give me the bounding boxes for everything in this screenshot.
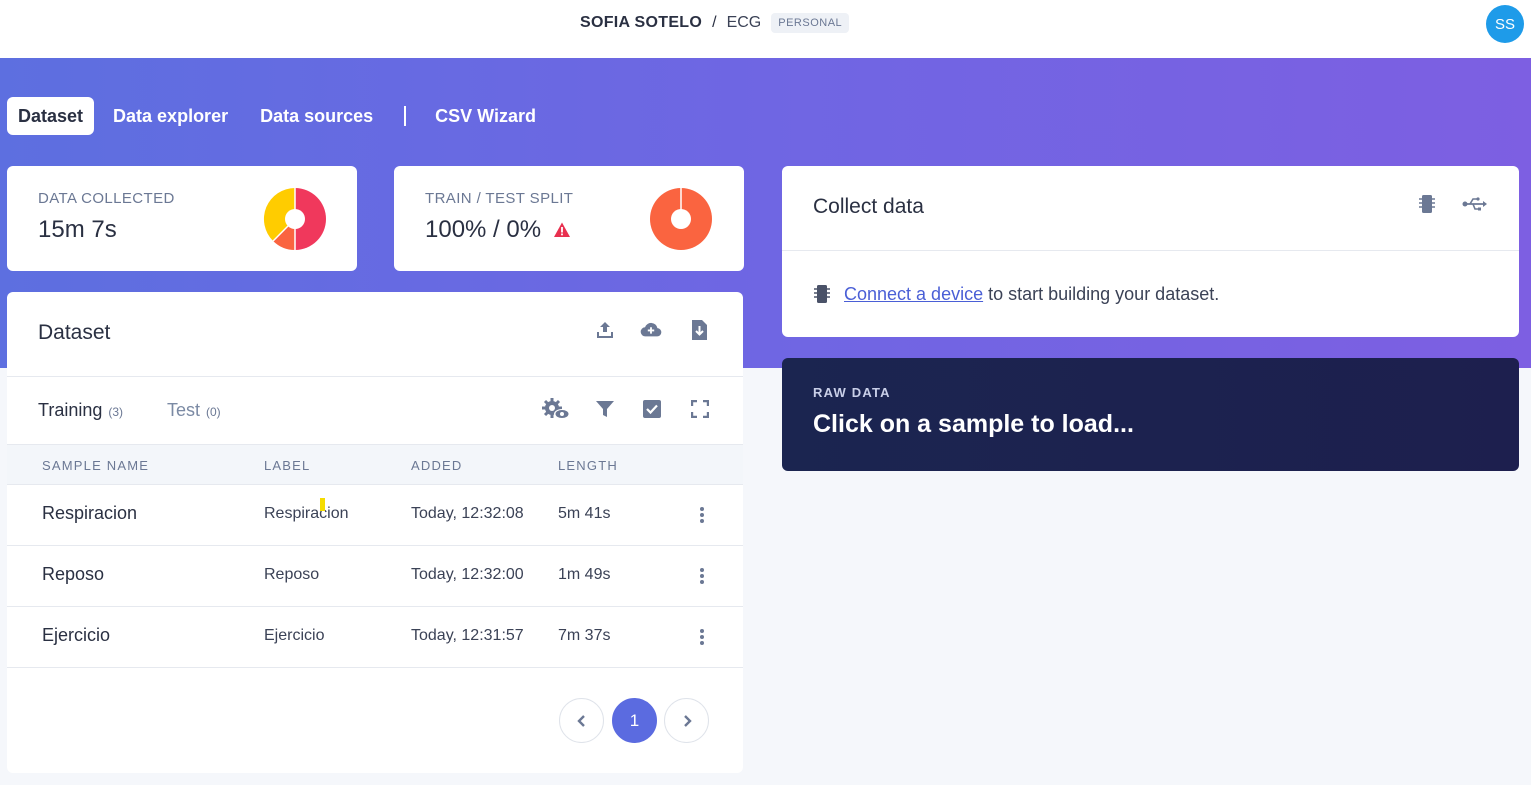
train-test-split-pie: [650, 188, 712, 250]
tab-test-count: (0): [206, 405, 221, 419]
table-row[interactable]: Reposo Reposo Today, 12:32:00 1m 49s: [7, 546, 743, 607]
usb-icon[interactable]: [1462, 193, 1488, 215]
table-row[interactable]: Respiracion Respiracion Today, 12:32:08 …: [7, 485, 743, 546]
sample-name: Ejercicio: [42, 625, 111, 645]
pager-page-button[interactable]: 1: [612, 698, 657, 743]
device-chip-icon[interactable]: [1416, 193, 1438, 215]
tab-dataset[interactable]: Dataset: [7, 97, 95, 135]
cloud-upload-icon[interactable]: [640, 319, 662, 341]
breadcrumb: SOFIA SOTELO / ECG PERSONAL: [580, 13, 850, 33]
train-test-split-value-text: 100% / 0%: [425, 216, 542, 243]
export-file-icon[interactable]: [688, 319, 710, 341]
tab-test-label: Test: [167, 400, 201, 420]
data-collected-value: 15m 7s: [38, 216, 117, 244]
breadcrumb-separator: /: [712, 14, 717, 31]
tab-data-explorer[interactable]: Data explorer: [102, 97, 239, 135]
train-test-split-card: TRAIN / TEST SPLIT 100% / 0%: [394, 166, 744, 271]
row-menu-icon[interactable]: [697, 627, 707, 647]
warning-triangle-icon[interactable]: [553, 221, 571, 239]
dataset-divider: [7, 376, 743, 377]
expand-icon[interactable]: [689, 398, 711, 420]
connect-device-message: Connect a device to start building your …: [844, 284, 1219, 305]
sample-name: Respiracion: [42, 503, 138, 523]
data-collected-pie: [263, 187, 326, 251]
col-added[interactable]: ADDED: [411, 458, 463, 473]
row-menu-icon[interactable]: [697, 505, 707, 525]
breadcrumb-owner[interactable]: SOFIA SOTELO: [580, 14, 702, 32]
row-menu-icon[interactable]: [697, 566, 707, 586]
col-label[interactable]: LABEL: [264, 458, 310, 473]
project-type-badge: PERSONAL: [771, 13, 850, 33]
sample-length: 5m 41s: [558, 505, 611, 522]
sample-name: Reposo: [42, 564, 105, 584]
upload-icon[interactable]: [594, 319, 616, 341]
filter-icon[interactable]: [594, 398, 616, 420]
user-avatar[interactable]: SS: [1486, 5, 1524, 43]
train-test-split-label: TRAIN / TEST SPLIT: [425, 190, 574, 207]
collect-data-card: Collect data Connect a device to start b…: [782, 166, 1519, 337]
raw-data-label: RAW DATA: [813, 385, 891, 400]
data-collected-value-text: 15m 7s: [38, 216, 117, 243]
connect-device-link[interactable]: Connect a device: [844, 284, 983, 304]
device-chip-icon: [811, 283, 833, 305]
sample-added: Today, 12:32:00: [411, 566, 524, 583]
sample-length: 7m 37s: [558, 627, 611, 644]
data-collected-card: DATA COLLECTED 15m 7s: [7, 166, 357, 271]
dataset-card: Dataset Training (3) Test (0) SAMPLE NAME …: [7, 292, 743, 773]
data-collected-label: DATA COLLECTED: [38, 190, 175, 207]
tab-test[interactable]: Test (0): [167, 400, 221, 421]
tab-training[interactable]: Training (3): [38, 400, 123, 421]
pager-next-button[interactable]: [664, 698, 709, 743]
dataset-title: Dataset: [38, 321, 111, 344]
main-nav: Dataset Data explorer Data sources CSV W…: [7, 97, 551, 135]
sample-added: Today, 12:31:57: [411, 627, 524, 644]
col-length[interactable]: LENGTH: [558, 458, 618, 473]
collect-divider: [782, 250, 1519, 251]
top-bar: SOFIA SOTELO / ECG PERSONAL SS: [0, 0, 1531, 58]
tab-training-label: Training: [38, 400, 103, 420]
chevron-left-icon: [576, 714, 585, 727]
sample-label: Reposo: [264, 566, 320, 583]
table-row[interactable]: Ejercicio Ejercicio Today, 12:31:57 7m 3…: [7, 607, 743, 668]
check-square-icon[interactable]: [641, 398, 663, 420]
train-test-split-value: 100% / 0%: [425, 216, 571, 244]
tab-training-count: (3): [108, 405, 124, 419]
breadcrumb-project[interactable]: ECG: [727, 14, 762, 32]
chevron-right-icon: [683, 714, 692, 727]
raw-data-panel: RAW DATA Click on a sample to load...: [782, 358, 1519, 471]
sample-label: Ejercicio: [264, 627, 325, 644]
tab-data-sources[interactable]: Data sources: [249, 97, 384, 135]
sample-added: Today, 12:32:08: [411, 505, 524, 522]
raw-data-placeholder: Click on a sample to load...: [813, 410, 1134, 438]
pager-prev-button[interactable]: [559, 698, 604, 743]
table-header: SAMPLE NAME LABEL ADDED LENGTH: [7, 444, 743, 485]
sample-length: 1m 49s: [558, 566, 611, 583]
gear-eye-icon[interactable]: [541, 398, 571, 420]
nav-divider: [404, 106, 407, 126]
tab-csv-wizard[interactable]: CSV Wizard: [424, 97, 547, 135]
connect-device-rest: to start building your dataset.: [983, 284, 1220, 304]
collect-data-title: Collect data: [813, 195, 924, 218]
sample-label: Respiracion: [264, 505, 349, 522]
text-cursor: [320, 498, 325, 511]
col-sample-name[interactable]: SAMPLE NAME: [42, 458, 149, 473]
